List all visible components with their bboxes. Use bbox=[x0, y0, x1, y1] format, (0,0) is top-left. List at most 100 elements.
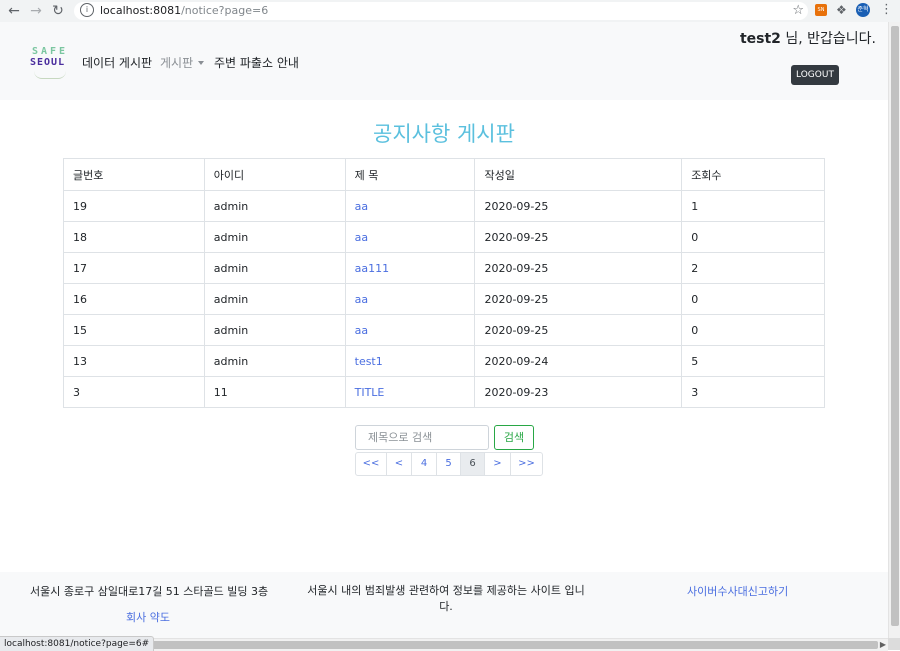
page-link-6-current[interactable]: 6 bbox=[460, 452, 485, 476]
cell-id: admin bbox=[203, 221, 346, 253]
cell-title: aa bbox=[344, 190, 476, 222]
post-title-link[interactable]: aa111 bbox=[355, 262, 389, 275]
cell-title: aa bbox=[344, 314, 476, 346]
post-title-link[interactable]: test1 bbox=[355, 355, 383, 368]
logo-line1: SAFE bbox=[32, 46, 69, 57]
cell-id: admin bbox=[203, 345, 346, 377]
cell-id: admin bbox=[203, 190, 346, 222]
status-bar-url: localhost:8081/notice?page=6# bbox=[0, 636, 155, 651]
post-title-link[interactable]: aa bbox=[355, 293, 368, 306]
site-header: SAFE SEOUL 데이터 게시판 게시판 주변 파출소 안내 test2 님… bbox=[0, 22, 888, 100]
cell-views: 5 bbox=[681, 345, 825, 377]
scrollbar-thumb[interactable] bbox=[891, 26, 899, 626]
page-prev-button[interactable]: < bbox=[386, 452, 412, 476]
cell-date: 2020-09-25 bbox=[474, 314, 683, 346]
footer-map-link[interactable]: 회사 약도 bbox=[126, 609, 170, 625]
cell-no: 15 bbox=[63, 314, 205, 346]
cell-no: 17 bbox=[63, 252, 205, 284]
cell-views: 0 bbox=[681, 283, 825, 315]
post-title-link[interactable]: aa bbox=[355, 231, 368, 244]
cell-no: 16 bbox=[63, 283, 205, 315]
cell-title: aa bbox=[344, 221, 476, 253]
star-icon[interactable]: ☆ bbox=[792, 2, 804, 20]
url-host: localhost:8081 bbox=[100, 4, 182, 17]
cyber-report-link[interactable]: 사이버수사대신고하기 bbox=[687, 583, 788, 599]
notice-table: 글번호 아이디 제 목 작성일 조회수 19 admin aa 2020-09-… bbox=[63, 158, 825, 408]
column-header-id: 아이디 bbox=[203, 158, 346, 191]
cell-title: test1 bbox=[344, 345, 476, 377]
cell-title: TITLE bbox=[344, 376, 476, 408]
table-row: 13 admin test1 2020-09-24 5 bbox=[63, 345, 825, 377]
cell-no: 3 bbox=[63, 376, 205, 408]
logo-line2: SEOUL bbox=[30, 57, 66, 68]
cell-no: 18 bbox=[63, 221, 205, 253]
cell-no: 13 bbox=[63, 345, 205, 377]
search-input[interactable] bbox=[355, 425, 489, 450]
cell-views: 0 bbox=[681, 221, 825, 253]
page-link-5[interactable]: 5 bbox=[436, 452, 461, 476]
logout-button[interactable]: LOGOUT bbox=[791, 65, 839, 85]
user-greeting: test2 님, 반갑습니다. bbox=[740, 28, 876, 48]
cell-views: 1 bbox=[681, 190, 825, 222]
column-header-views: 조회수 bbox=[681, 158, 825, 191]
page-first-button[interactable]: << bbox=[355, 452, 387, 476]
cell-title: aa111 bbox=[344, 252, 476, 284]
cell-id: admin bbox=[203, 283, 346, 315]
cell-date: 2020-09-25 bbox=[474, 283, 683, 315]
pagination: << < 4 5 6 > >> bbox=[355, 452, 543, 476]
page-title: 공지사항 게시판 bbox=[373, 122, 515, 146]
nav-board-dropdown[interactable]: 게시판 bbox=[160, 54, 205, 71]
logo-decoration bbox=[34, 70, 66, 79]
page-next-button[interactable]: > bbox=[484, 452, 511, 476]
post-title-link[interactable]: aa bbox=[355, 200, 368, 213]
footer-address: 서울시 종로구 삼일대로17길 51 스타골드 빌딩 3층 bbox=[30, 585, 269, 598]
arrow-left-icon[interactable]: ← bbox=[4, 1, 24, 21]
table-row: 18 admin aa 2020-09-25 0 bbox=[63, 221, 825, 253]
info-icon[interactable]: i bbox=[80, 3, 94, 17]
cell-date: 2020-09-25 bbox=[474, 252, 683, 284]
cell-date: 2020-09-25 bbox=[474, 221, 683, 253]
column-header-date: 작성일 bbox=[474, 158, 683, 191]
profile-avatar[interactable]: 준혁 bbox=[856, 3, 870, 17]
greeting-text: 님, 반갑습니다. bbox=[780, 31, 876, 47]
browser-toolbar: ← → ↻ i localhost:8081/notice?page=6 ☆ SN… bbox=[0, 0, 900, 23]
cell-date: 2020-09-24 bbox=[474, 345, 683, 377]
arrow-right-icon[interactable]: → bbox=[26, 1, 46, 21]
table-row: 15 admin aa 2020-09-25 0 bbox=[63, 314, 825, 346]
kebab-menu-icon[interactable]: ⋮ bbox=[880, 2, 893, 17]
cell-id: 11 bbox=[203, 376, 346, 408]
extension-label: SN bbox=[817, 7, 825, 13]
table-row: 17 admin aa111 2020-09-25 2 bbox=[63, 252, 825, 284]
cell-date: 2020-09-25 bbox=[474, 190, 683, 222]
cell-date: 2020-09-23 bbox=[474, 376, 683, 408]
puzzle-icon[interactable]: ❖ bbox=[836, 3, 848, 17]
cell-no: 19 bbox=[63, 190, 205, 222]
address-bar[interactable]: i localhost:8081/notice?page=6 ☆ bbox=[74, 2, 808, 20]
post-title-link[interactable]: aa bbox=[355, 324, 368, 337]
table-row: 16 admin aa 2020-09-25 0 bbox=[63, 283, 825, 315]
cell-id: admin bbox=[203, 314, 346, 346]
post-title-link[interactable]: TITLE bbox=[355, 386, 385, 399]
scroll-right-icon[interactable]: ▶ bbox=[880, 639, 886, 651]
site-footer: 서울시 종로구 삼일대로17길 51 스타골드 빌딩 3층 회사 약도 서울시 … bbox=[0, 572, 888, 638]
page-last-button[interactable]: >> bbox=[510, 452, 543, 476]
column-header-title: 제 목 bbox=[344, 158, 476, 191]
greeting-user: test2 bbox=[739, 31, 781, 47]
cell-views: 0 bbox=[681, 314, 825, 346]
table-header-row: 글번호 아이디 제 목 작성일 조회수 bbox=[63, 158, 825, 191]
reload-icon[interactable]: ↻ bbox=[48, 1, 68, 21]
site-logo[interactable]: SAFE SEOUL bbox=[30, 46, 70, 82]
cell-title: aa bbox=[344, 283, 476, 315]
search-button[interactable]: 검색 bbox=[494, 425, 534, 450]
cell-id: admin bbox=[203, 252, 346, 284]
cell-views: 3 bbox=[681, 376, 825, 408]
nav-police-info[interactable]: 주변 파출소 안내 bbox=[214, 54, 299, 71]
nav-data-board[interactable]: 데이터 게시판 bbox=[82, 54, 152, 71]
column-header-no: 글번호 bbox=[63, 158, 205, 191]
scrollbar-corner bbox=[888, 638, 900, 650]
cell-views: 2 bbox=[681, 252, 825, 284]
page-link-4[interactable]: 4 bbox=[411, 452, 437, 476]
vertical-scrollbar[interactable] bbox=[888, 22, 900, 638]
footer-description: 서울시 내의 범죄발생 관련하여 정보를 제공하는 사이트 입니다. bbox=[307, 584, 585, 613]
extension-icon[interactable]: SN bbox=[815, 4, 827, 16]
